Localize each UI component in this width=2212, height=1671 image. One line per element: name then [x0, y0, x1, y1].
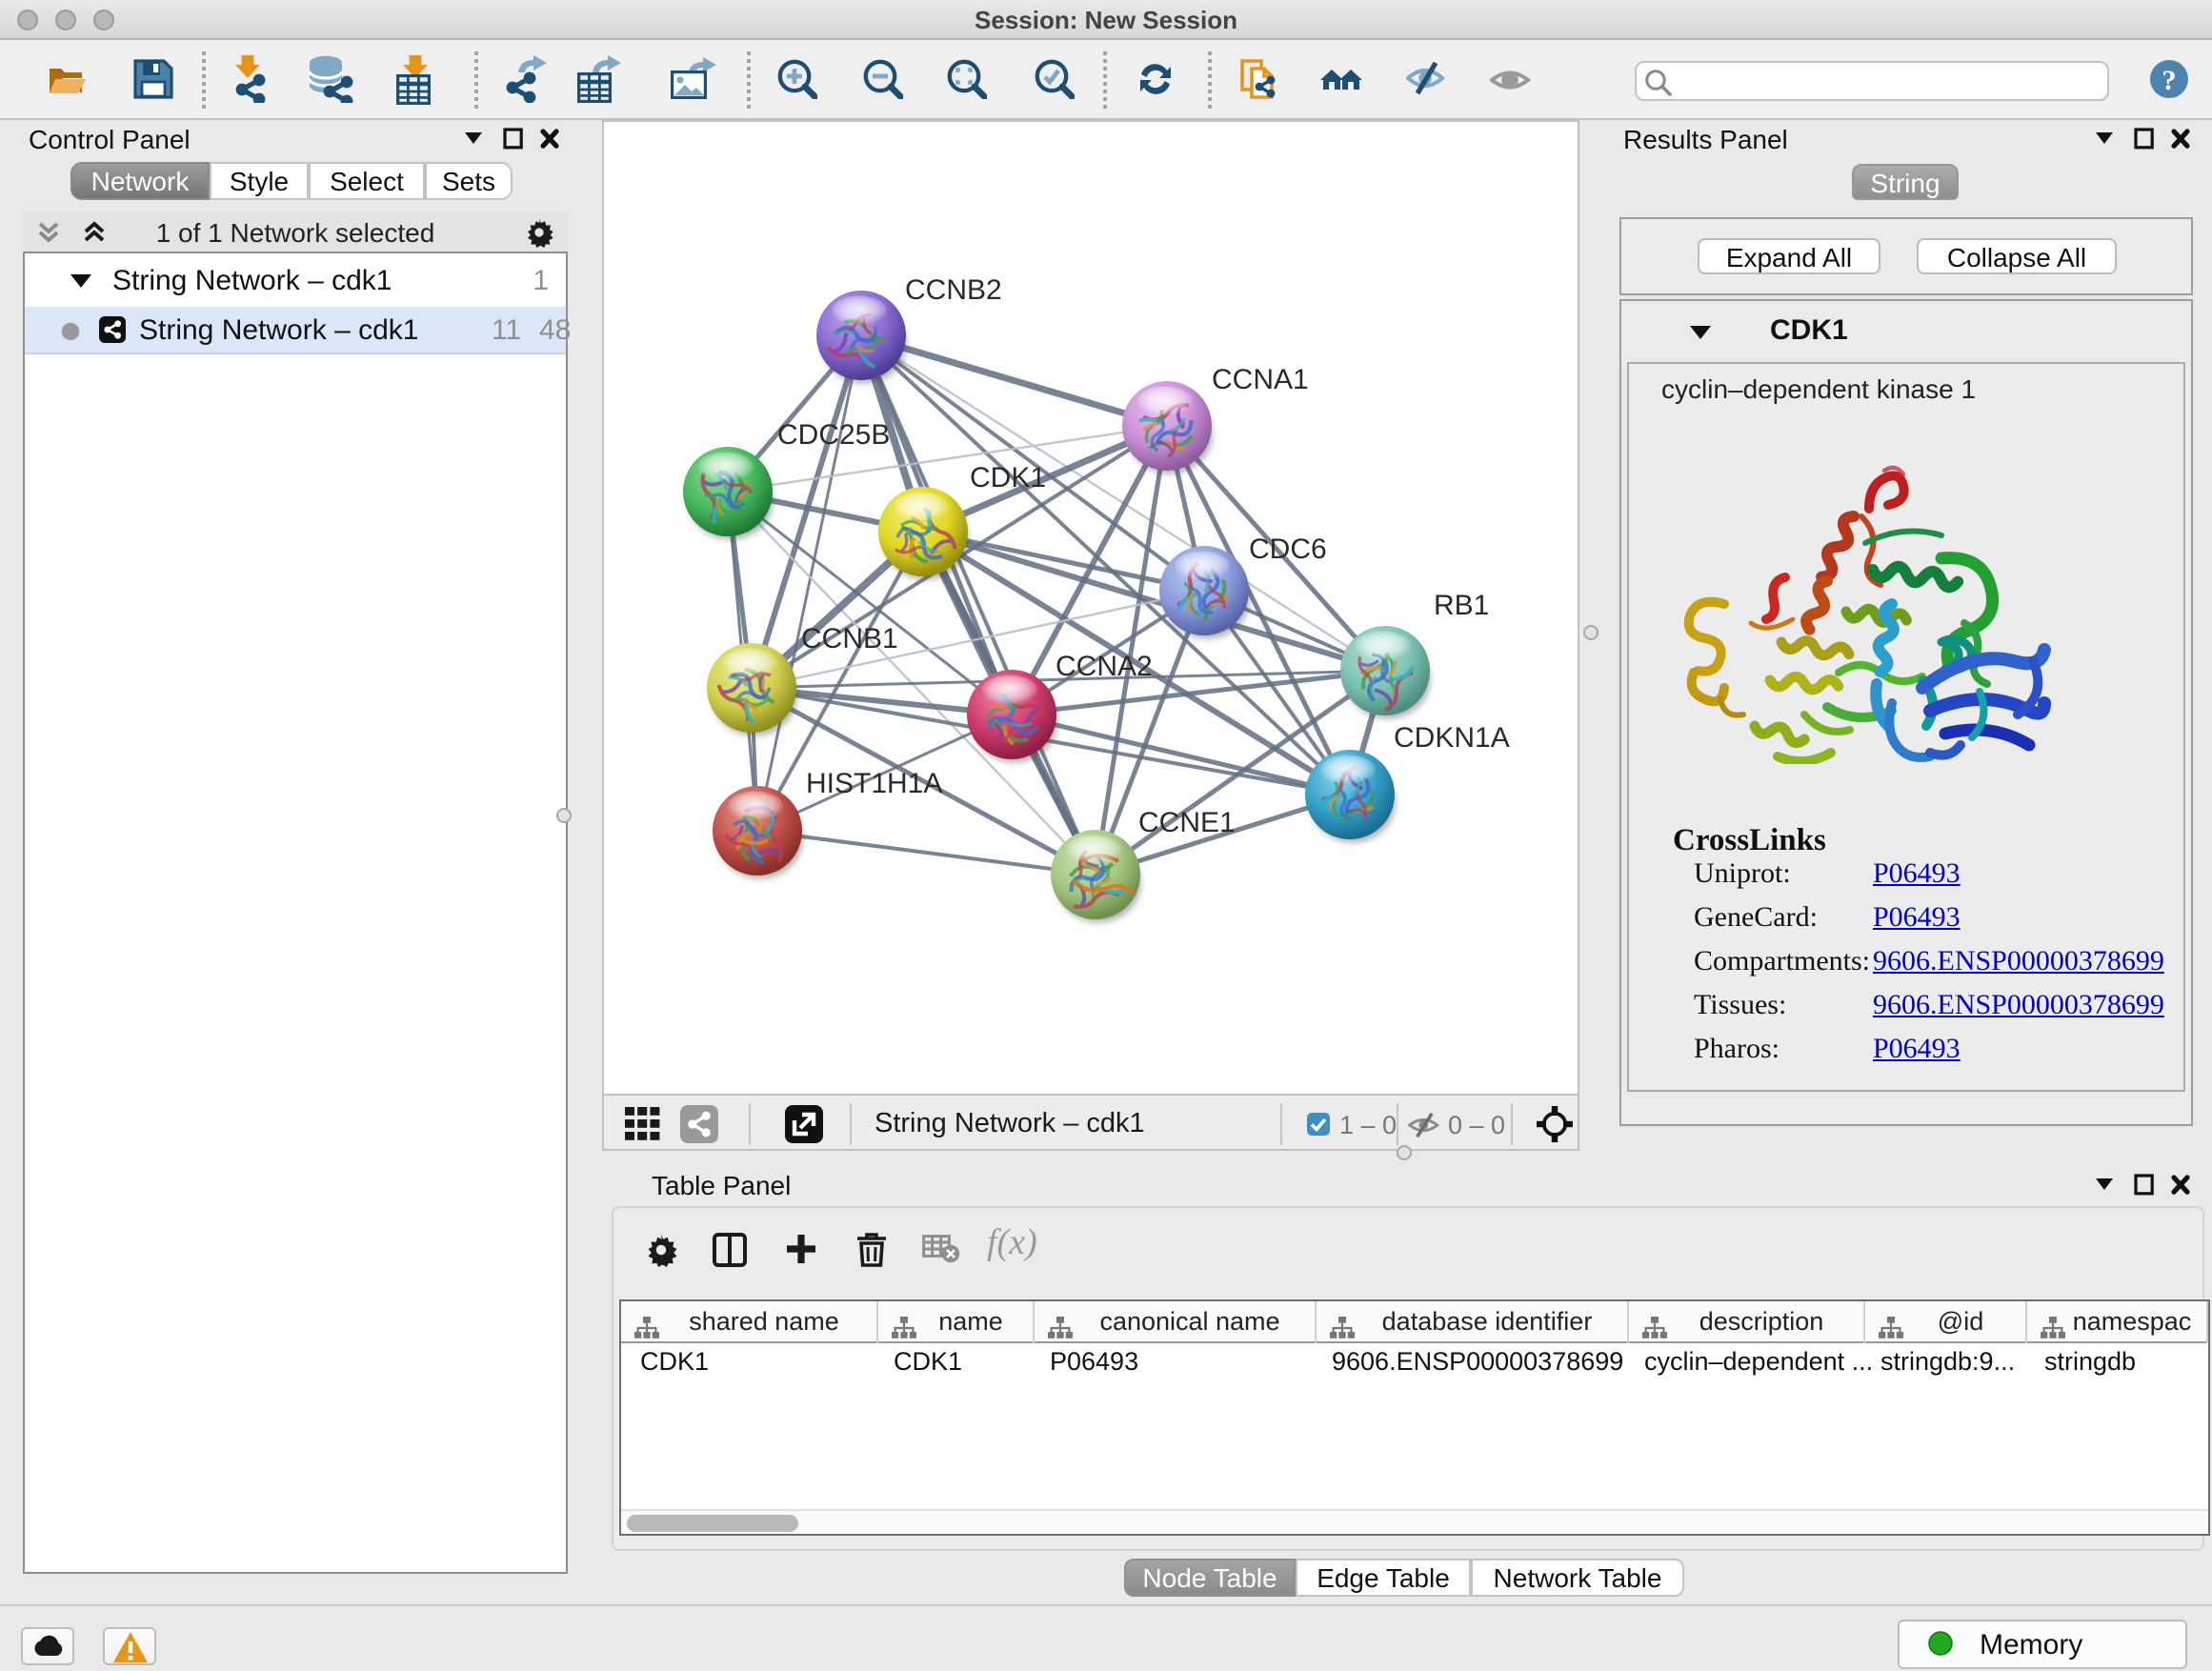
svg-text:CDKN1A: CDKN1A — [1394, 722, 1510, 754]
svg-text:RB1: RB1 — [1434, 590, 1489, 621]
svg-text:CCNA1: CCNA1 — [1212, 364, 1309, 395]
svg-text:CDC25B: CDC25B — [777, 419, 890, 451]
svg-text:HIST1H1A: HIST1H1A — [806, 768, 942, 799]
svg-text:CCNB1: CCNB1 — [801, 623, 898, 654]
svg-text:CCNA2: CCNA2 — [1056, 651, 1153, 682]
svg-text:CDC6: CDC6 — [1249, 534, 1327, 565]
svg-text:?: ? — [2162, 65, 2177, 96]
svg-text:CDK1: CDK1 — [970, 462, 1046, 493]
svg-text:CCNE1: CCNE1 — [1138, 807, 1236, 838]
svg-text:CCNB2: CCNB2 — [905, 274, 1002, 306]
